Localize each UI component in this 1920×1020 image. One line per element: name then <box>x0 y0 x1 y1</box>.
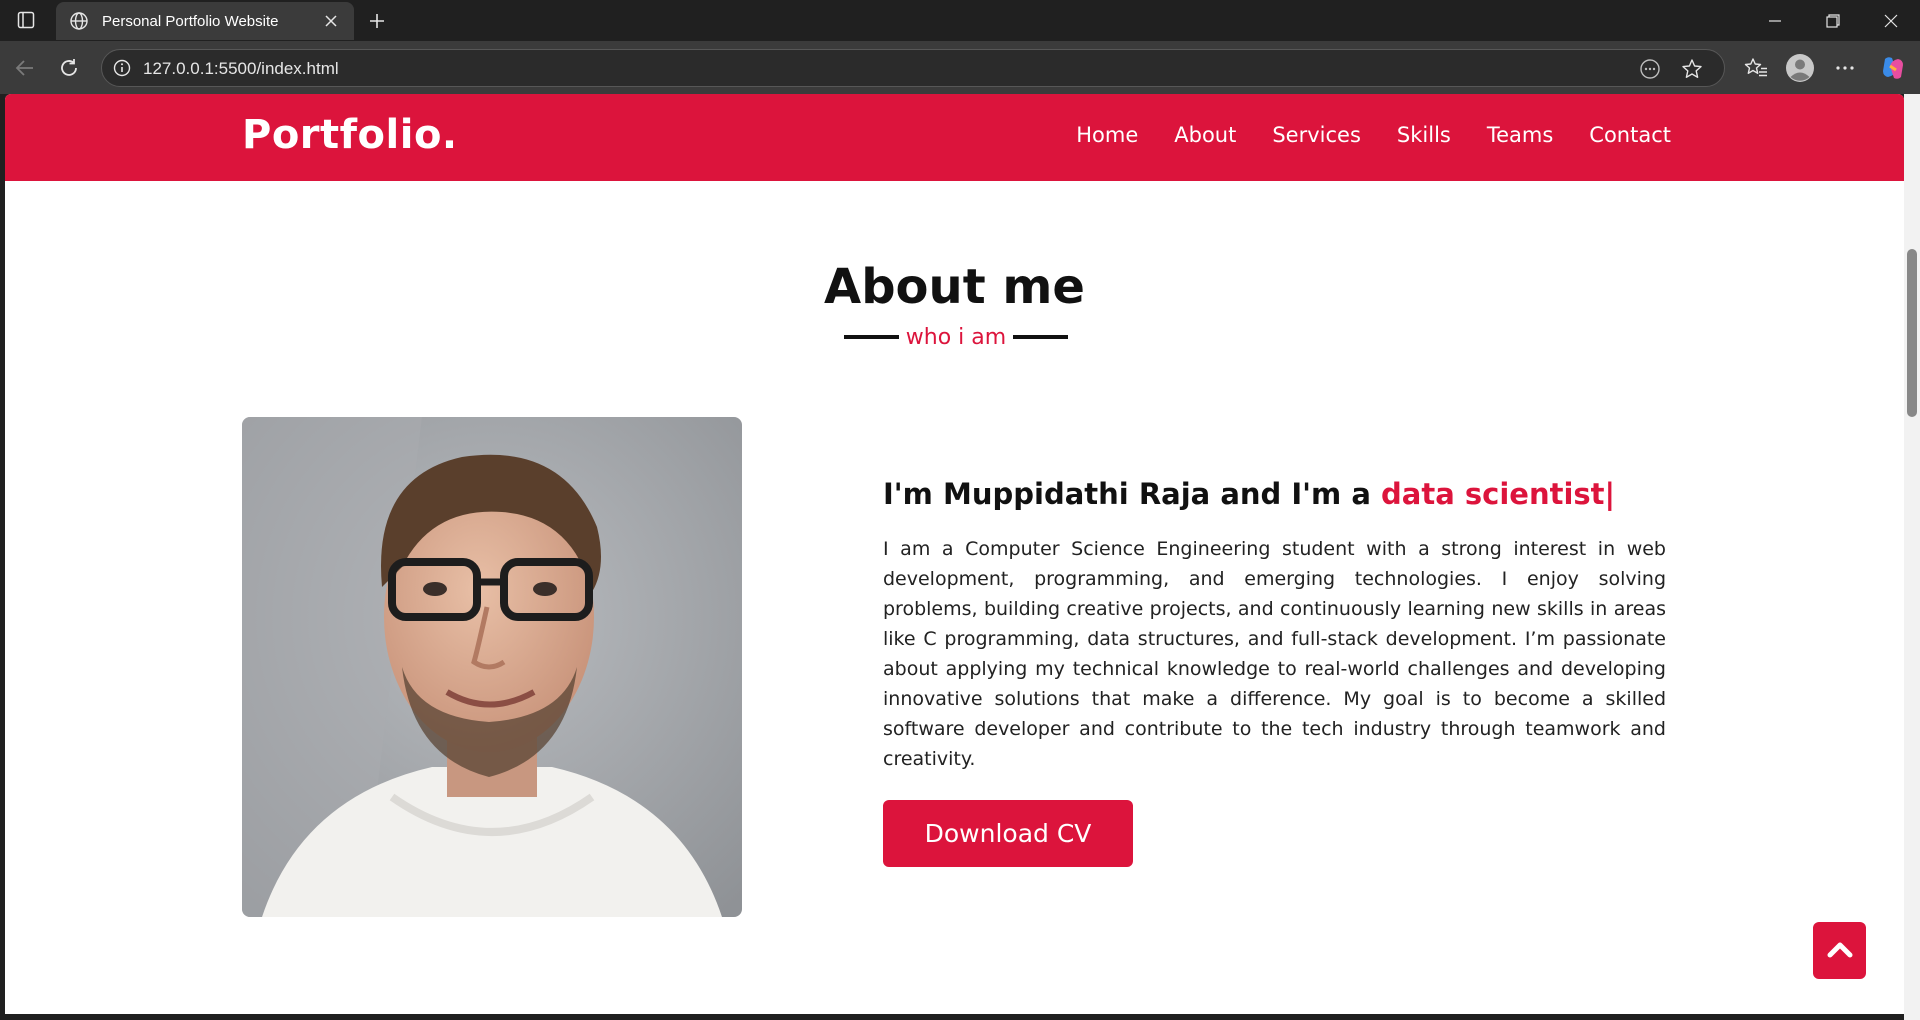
nav-link-contact[interactable]: Contact <box>1589 123 1671 147</box>
nav-link-services[interactable]: Services <box>1272 123 1361 147</box>
close-icon[interactable] <box>320 10 342 32</box>
scroll-top-button[interactable] <box>1813 922 1866 979</box>
back-arrow-icon[interactable] <box>8 51 42 85</box>
intro-headline: I'm Muppidathi Raja and I'm a data scien… <box>883 477 1615 511</box>
site-logo[interactable]: Portfolio. <box>242 112 458 158</box>
nav-link-skills[interactable]: Skills <box>1397 123 1451 147</box>
favorites-icon[interactable] <box>1739 51 1773 85</box>
section-title: About me <box>824 259 1085 315</box>
site-navbar: Portfolio. Home About Services Skills Te… <box>5 94 1904 181</box>
subtitle-text: who i am <box>905 324 1007 350</box>
close-window-icon[interactable] <box>1863 0 1919 41</box>
nav-link-teams[interactable]: Teams <box>1487 123 1553 147</box>
minimize-icon[interactable] <box>1747 0 1803 41</box>
reload-icon[interactable] <box>52 51 86 85</box>
globe-icon <box>68 10 90 32</box>
restore-icon[interactable] <box>1805 0 1861 41</box>
more-icon[interactable] <box>1828 51 1862 85</box>
portrait-photo <box>242 417 742 917</box>
star-icon[interactable] <box>1678 55 1706 83</box>
tab-title: Personal Portfolio Website <box>102 12 279 30</box>
section-subtitle: who i am <box>841 322 1071 352</box>
copilot-icon[interactable] <box>1876 51 1910 85</box>
nav-link-about[interactable]: About <box>1174 123 1236 147</box>
page-scrollbar[interactable] <box>1904 94 1920 1020</box>
chevron-up-icon <box>1827 940 1853 962</box>
headline-role: data scientist| <box>1381 477 1616 511</box>
subtitle-divider-left <box>843 335 899 339</box>
page-viewport: Portfolio. Home About Services Skills Te… <box>5 94 1904 1014</box>
download-cv-button[interactable]: Download CV <box>883 800 1133 867</box>
tab-actions-icon[interactable] <box>8 6 44 34</box>
address-bar[interactable]: 127.0.0.1:5500/index.html <box>101 49 1725 87</box>
info-icon[interactable] <box>112 58 132 78</box>
active-tab[interactable]: Personal Portfolio Website <box>56 2 354 40</box>
browser-toolbar: 127.0.0.1:5500/index.html <box>0 41 1920 94</box>
plus-icon[interactable] <box>362 6 392 36</box>
nav-menu: Home About Services Skills Teams Contact <box>1076 123 1671 147</box>
url-text: 127.0.0.1:5500/index.html <box>143 59 339 78</box>
scrollbar-thumb[interactable] <box>1907 249 1917 417</box>
profile-icon[interactable] <box>1783 51 1817 85</box>
nav-link-home[interactable]: Home <box>1076 123 1138 147</box>
tab-strip: Personal Portfolio Website <box>0 0 1920 41</box>
bio-paragraph: I am a Computer Science Engineering stud… <box>883 538 1666 770</box>
reading-mode-icon[interactable] <box>1636 55 1664 83</box>
headline-prefix: I'm Muppidathi Raja and I'm a <box>883 477 1382 511</box>
subtitle-divider-right <box>1013 335 1069 339</box>
